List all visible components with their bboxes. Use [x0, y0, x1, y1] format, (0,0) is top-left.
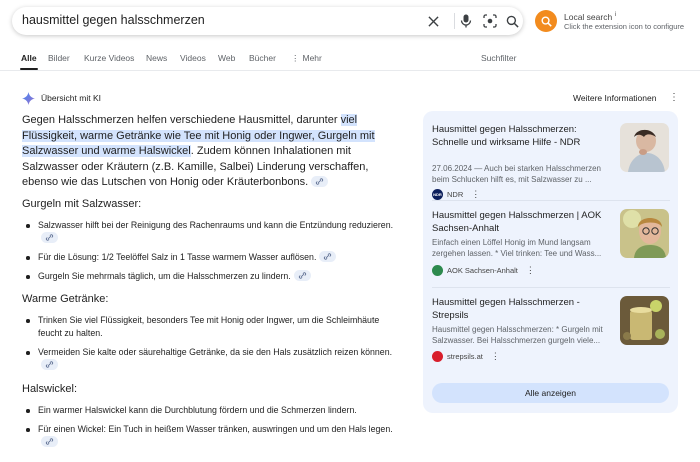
clear-icon[interactable]	[424, 12, 442, 30]
source-thumbnail[interactable]	[620, 209, 669, 258]
link-chip[interactable]	[311, 175, 329, 187]
list-item: Salzwasser hilft bei der Reinigung des R…	[22, 219, 402, 245]
ai-overview-title: Übersicht mit KI	[41, 93, 101, 103]
source-title[interactable]: Hausmittel gegen Halsschmerzen: Schnelle…	[432, 123, 610, 149]
list-item: Gurgeln Sie mehrmals täglich, um die Hal…	[22, 270, 402, 283]
search-box[interactable]: hausmittel gegen halsschmerzen	[12, 7, 523, 35]
link-chip[interactable]	[293, 270, 311, 282]
source-card[interactable]: Hausmittel gegen Halsschmerzen | AOK Sac…	[432, 209, 670, 279]
source-menu-icon[interactable]: ⋮	[491, 351, 500, 362]
tab-kurze-videos[interactable]: Kurze Videos	[84, 53, 134, 63]
source-card[interactable]: Hausmittel gegen Halsschmerzen - Strepsi…	[432, 296, 670, 366]
link-chip[interactable]	[41, 232, 58, 244]
card-divider	[432, 287, 670, 288]
ai-intro-paragraph: Gegen Halsschmerzen helfen verschiedene …	[22, 114, 375, 188]
section-list: Ein warmer Halswickel kann die Durchblut…	[22, 404, 402, 455]
ndr-favicon: NDR	[432, 189, 443, 200]
more-vert-icon: ⋮	[291, 53, 300, 63]
tab-alle[interactable]: Alle	[21, 53, 37, 63]
source-name: AOK Sachsen-Anhalt	[447, 266, 518, 275]
tab-bilder[interactable]: Bilder	[48, 53, 70, 63]
top-bar: hausmittel gegen halsschmerzen Local sea…	[0, 0, 700, 44]
search-divider	[454, 13, 455, 29]
section-list: Salzwasser hilft bei der Reinigung des R…	[22, 219, 402, 289]
search-filter-button[interactable]: Suchfilter	[481, 53, 516, 63]
extension-search-icon	[540, 15, 552, 27]
source-snippet: Einfach einen Löffel Honig im Mund langs…	[432, 238, 602, 258]
source-card[interactable]: Hausmittel gegen Halsschmerzen: Schnelle…	[432, 123, 670, 200]
source-snippet: Hausmittel gegen Halsschmerzen: * Gurgel…	[432, 325, 603, 345]
more-info-link[interactable]: Weitere Informationen	[573, 93, 656, 103]
tab-buecher[interactable]: Bücher	[249, 53, 276, 63]
link-chip[interactable]	[41, 359, 58, 371]
list-item: Vermeiden Sie kalte oder säurehaltige Ge…	[22, 346, 402, 372]
search-tabs: Alle Bilder Kurze Videos News Videos Web…	[0, 47, 700, 71]
tab-web[interactable]: Web	[218, 53, 235, 63]
sources-panel: Hausmittel gegen Halsschmerzen: Schnelle…	[423, 111, 678, 413]
source-snippet: 27.06.2024 — Auch bei starken Halsschmer…	[432, 164, 601, 184]
section-title: Gurgeln mit Salzwasser:	[22, 198, 142, 210]
search-icon[interactable]	[503, 12, 521, 30]
list-item: Für einen Wickel: Ein Tuch in heißem Was…	[22, 423, 402, 449]
extension-button[interactable]	[535, 10, 557, 32]
list-item: Trinken Sie viel Flüssigkeit, besonders …	[22, 314, 402, 340]
source-menu-icon[interactable]: ⋮	[471, 189, 480, 200]
tab-news[interactable]: News	[146, 53, 167, 63]
gemini-sparkle-icon	[22, 91, 35, 105]
source-attribution: AOK Sachsen-Anhalt ⋮	[432, 265, 535, 276]
aok-favicon	[432, 265, 443, 276]
extension-subtitle: Click the extension icon to configure	[564, 22, 685, 31]
list-item: Für die Lösung: 1/2 Teelöffel Salz in 1 …	[22, 251, 402, 264]
source-attribution: NDR NDR ⋮	[432, 189, 480, 200]
info-icon: i	[614, 12, 616, 19]
section-title: Warme Getränke:	[22, 293, 109, 305]
show-all-button[interactable]: Alle anzeigen	[432, 383, 669, 403]
source-thumbnail[interactable]	[620, 123, 669, 172]
tab-mehr[interactable]: ⋮ Mehr	[291, 53, 322, 64]
source-attribution: strepsils.at ⋮	[432, 351, 500, 362]
section-list: Trinken Sie viel Flüssigkeit, besonders …	[22, 314, 402, 378]
source-thumbnail[interactable]	[620, 296, 669, 345]
link-chip[interactable]	[41, 436, 58, 448]
section-title: Halswickel:	[22, 383, 78, 395]
ai-menu-icon[interactable]: ⋮	[669, 93, 679, 103]
tab-videos[interactable]: Videos	[180, 53, 206, 63]
source-title[interactable]: Hausmittel gegen Halsschmerzen | AOK Sac…	[432, 209, 610, 235]
source-title[interactable]: Hausmittel gegen Halsschmerzen - Strepsi…	[432, 296, 610, 322]
search-input[interactable]: hausmittel gegen halsschmerzen	[22, 13, 205, 27]
active-tab-indicator	[20, 68, 38, 70]
ai-overview-header: Übersicht mit KI	[22, 90, 101, 106]
strepsils-favicon	[432, 351, 443, 362]
card-divider	[432, 200, 670, 201]
source-name: NDR	[447, 190, 464, 199]
source-menu-icon[interactable]: ⋮	[526, 265, 535, 276]
source-name: strepsils.at	[447, 352, 483, 361]
lens-icon[interactable]	[481, 12, 499, 30]
list-item: Ein warmer Halswickel kann die Durchblut…	[22, 404, 402, 417]
extension-title: Local search i	[564, 12, 616, 22]
microphone-icon[interactable]	[457, 12, 475, 30]
link-chip[interactable]	[319, 251, 337, 263]
